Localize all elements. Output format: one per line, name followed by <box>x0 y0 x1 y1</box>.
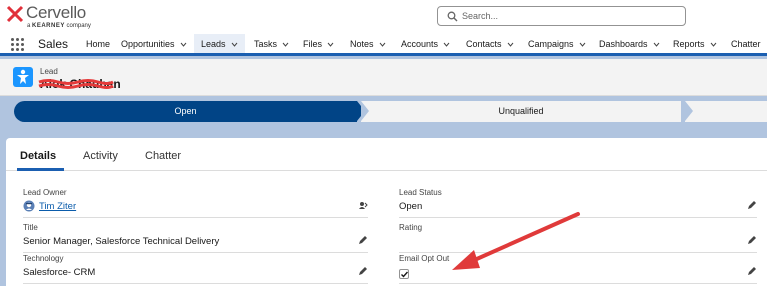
record-tabs: Details Activity Chatter <box>6 138 767 171</box>
nav-item-campaigns[interactable]: Campaigns <box>528 34 586 56</box>
pencil-icon[interactable] <box>747 235 757 245</box>
nav-item-contacts[interactable]: Contacts <box>466 34 514 56</box>
logo-icon <box>6 5 24 23</box>
field-label: Lead Owner <box>23 188 67 197</box>
chevron-down-icon[interactable] <box>282 41 289 48</box>
chevron-down-icon[interactable] <box>231 41 238 48</box>
chevron-down-icon[interactable] <box>327 41 334 48</box>
chevron-down-icon[interactable] <box>443 41 450 48</box>
nav-item-reports[interactable]: Reports <box>673 34 717 56</box>
field-label: Rating <box>399 223 423 232</box>
pencil-icon[interactable] <box>747 266 757 276</box>
field-value: Open <box>399 201 423 212</box>
pencil-icon[interactable] <box>358 235 368 245</box>
active-tab-indicator <box>17 168 64 171</box>
nav-item-tasks[interactable]: Tasks <box>254 34 289 56</box>
nav-item-dashboards[interactable]: Dashboards <box>599 34 660 56</box>
nav-item-chatter[interactable]: Chatter <box>731 34 761 56</box>
email-opt-out-checkbox[interactable] <box>399 269 409 279</box>
change-owner-icon[interactable] <box>358 200 368 210</box>
field-label: Title <box>23 223 38 232</box>
checkmark-icon <box>401 271 408 278</box>
field-label: Lead Status <box>399 188 442 197</box>
search-input[interactable] <box>462 8 677 24</box>
field-value: Salesforce- CRM <box>23 267 96 278</box>
nav-item-files[interactable]: Files <box>303 34 334 56</box>
details-card: Details Activity Chatter Lead Owner Tim … <box>6 138 767 286</box>
pencil-icon[interactable] <box>747 200 757 210</box>
global-header: Cervello a KEARNEY company <box>0 0 767 34</box>
field-lead-owner: Lead Owner Tim Ziter <box>23 188 368 218</box>
redaction-scribble <box>38 79 114 89</box>
annotation-arrow <box>452 212 580 270</box>
brand-name: Cervello <box>26 3 86 22</box>
nav-item-opportunities[interactable]: Opportunities <box>121 34 187 56</box>
cervello-logo[interactable]: Cervello a KEARNEY company <box>6 3 116 31</box>
lead-icon <box>13 67 33 87</box>
global-search[interactable] <box>437 6 686 26</box>
nav-item-leads[interactable]: Leads <box>194 34 245 56</box>
lead-status-path: Open Unqualified <box>14 101 767 122</box>
pencil-icon[interactable] <box>358 266 368 276</box>
field-title: Title Senior Manager, Salesforce Technic… <box>23 223 368 253</box>
chevron-down-icon[interactable] <box>710 41 717 48</box>
search-icon <box>447 11 458 22</box>
app-name: Sales <box>38 37 69 51</box>
chevron-down-icon[interactable] <box>507 41 514 48</box>
path-step-open[interactable]: Open <box>14 101 365 122</box>
app-navigation: Sales Home Opportunities Leads Tasks Fil… <box>0 34 767 56</box>
field-value: Senior Manager, Salesforce Technical Del… <box>23 236 220 247</box>
field-label: Technology <box>23 254 64 263</box>
path-step-next[interactable] <box>685 101 767 122</box>
user-avatar-icon <box>23 200 35 212</box>
brand-tagline: a KEARNEY company <box>27 23 91 29</box>
chevron-down-icon[interactable] <box>579 41 586 48</box>
nav-item-home[interactable]: Home <box>86 34 110 56</box>
nav-item-accounts[interactable]: Accounts <box>401 34 450 56</box>
field-technology: Technology Salesforce- CRM <box>23 254 368 284</box>
tab-activity[interactable]: Activity <box>83 150 118 162</box>
record-type-label: Lead <box>40 67 58 76</box>
lead-owner-link[interactable]: Tim Ziter <box>39 201 76 212</box>
chevron-down-icon[interactable] <box>379 41 386 48</box>
path-step-unqualified[interactable]: Unqualified <box>361 101 681 122</box>
tab-details[interactable]: Details <box>20 150 56 162</box>
tab-chatter[interactable]: Chatter <box>145 150 181 162</box>
nav-item-notes[interactable]: Notes <box>350 34 386 56</box>
chevron-down-icon[interactable] <box>653 41 660 48</box>
chevron-down-icon[interactable] <box>180 41 187 48</box>
app-launcher-icon[interactable] <box>11 38 25 52</box>
record-header: Lead Alok Chauhan <box>0 59 767 96</box>
